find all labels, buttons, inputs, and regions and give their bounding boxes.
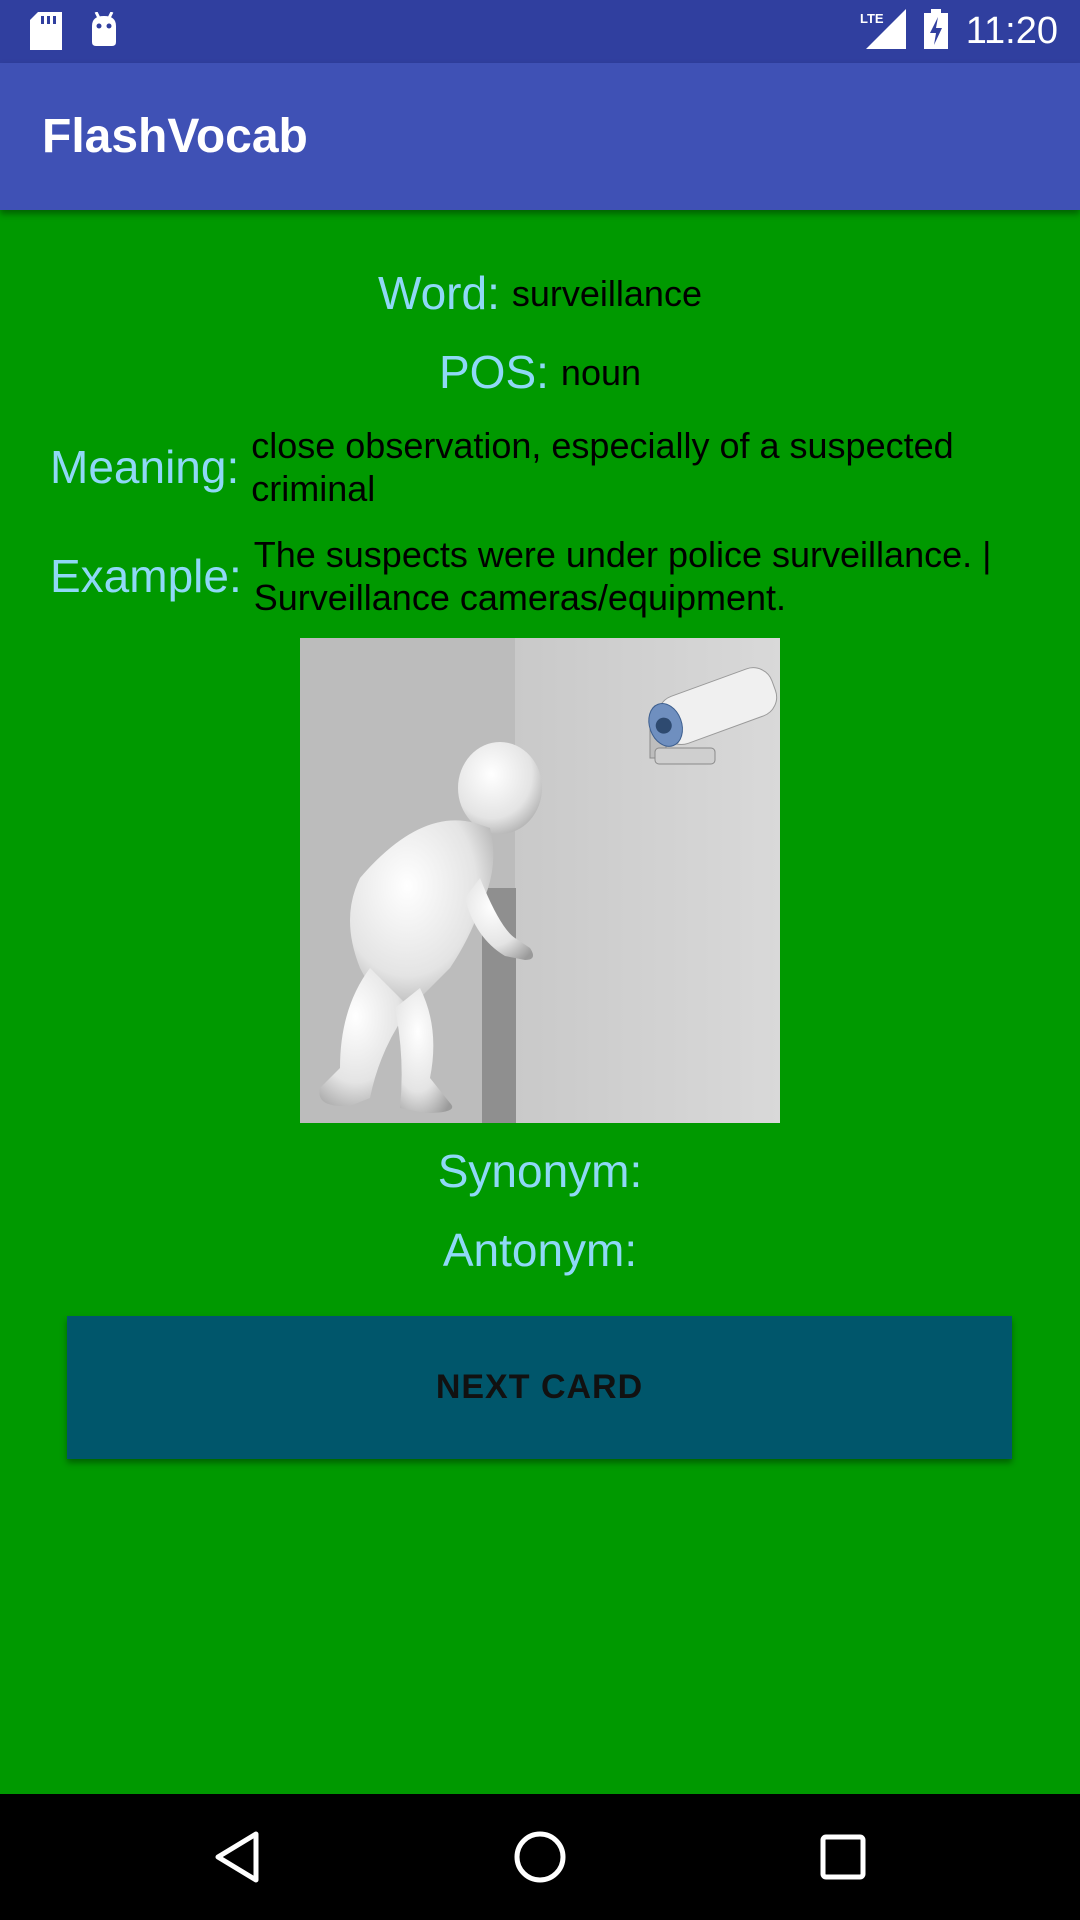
- synonym-row: Synonym:: [0, 1144, 1080, 1198]
- example-label: Example:: [50, 550, 242, 602]
- sd-card-icon: [30, 12, 62, 55]
- recents-icon[interactable]: [808, 1822, 878, 1892]
- app-bar: FlashVocab: [0, 63, 1080, 210]
- antonym-row: Antonym:: [0, 1223, 1080, 1277]
- back-icon[interactable]: [202, 1822, 272, 1892]
- antonym-label: Antonym:: [442, 1224, 638, 1276]
- home-icon[interactable]: [505, 1822, 575, 1892]
- status-bar: LTE 11:20: [0, 0, 1080, 63]
- android-icon: [88, 11, 120, 55]
- word-label: Word:: [378, 267, 500, 319]
- navigation-bar: [0, 1794, 1080, 1920]
- example-row: Example: The suspects were under police …: [50, 533, 1030, 619]
- app-title: FlashVocab: [42, 110, 308, 163]
- synonym-label: Synonym:: [437, 1145, 643, 1197]
- word-value: surveillance: [511, 272, 702, 314]
- svg-text:LTE: LTE: [860, 11, 884, 26]
- pos-value: noun: [560, 351, 642, 393]
- battery-charging-icon: [923, 9, 948, 54]
- pos-label: POS:: [438, 346, 549, 398]
- lte-signal-icon: LTE: [860, 9, 906, 54]
- meaning-row: Meaning: close observation, especially o…: [50, 424, 1020, 510]
- meaning-label: Meaning:: [50, 441, 240, 493]
- meaning-value: close observation, especially of a suspe…: [251, 425, 954, 509]
- status-time: 11:20: [965, 10, 1058, 52]
- example-value: The suspects were under police surveilla…: [253, 534, 992, 618]
- security-camera-icon: [648, 667, 778, 765]
- pos-row: POS: noun: [0, 345, 1080, 399]
- word-image: [300, 638, 780, 1123]
- next-card-button[interactable]: NEXT CARD: [67, 1316, 1012, 1459]
- word-row: Word: surveillance: [0, 266, 1080, 320]
